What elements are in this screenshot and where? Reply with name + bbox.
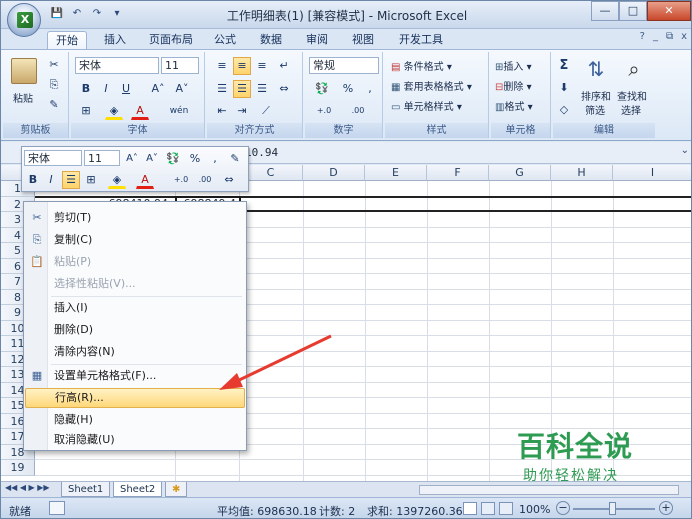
annotation-arrow <box>219 334 332 390</box>
arrow-head <box>219 373 243 390</box>
arrow-shaft <box>232 334 332 385</box>
excel-window: 💾 ↶ ↷ ▾ 工作明细表(1) [兼容模式] - Microsoft Exce… <box>0 0 692 519</box>
